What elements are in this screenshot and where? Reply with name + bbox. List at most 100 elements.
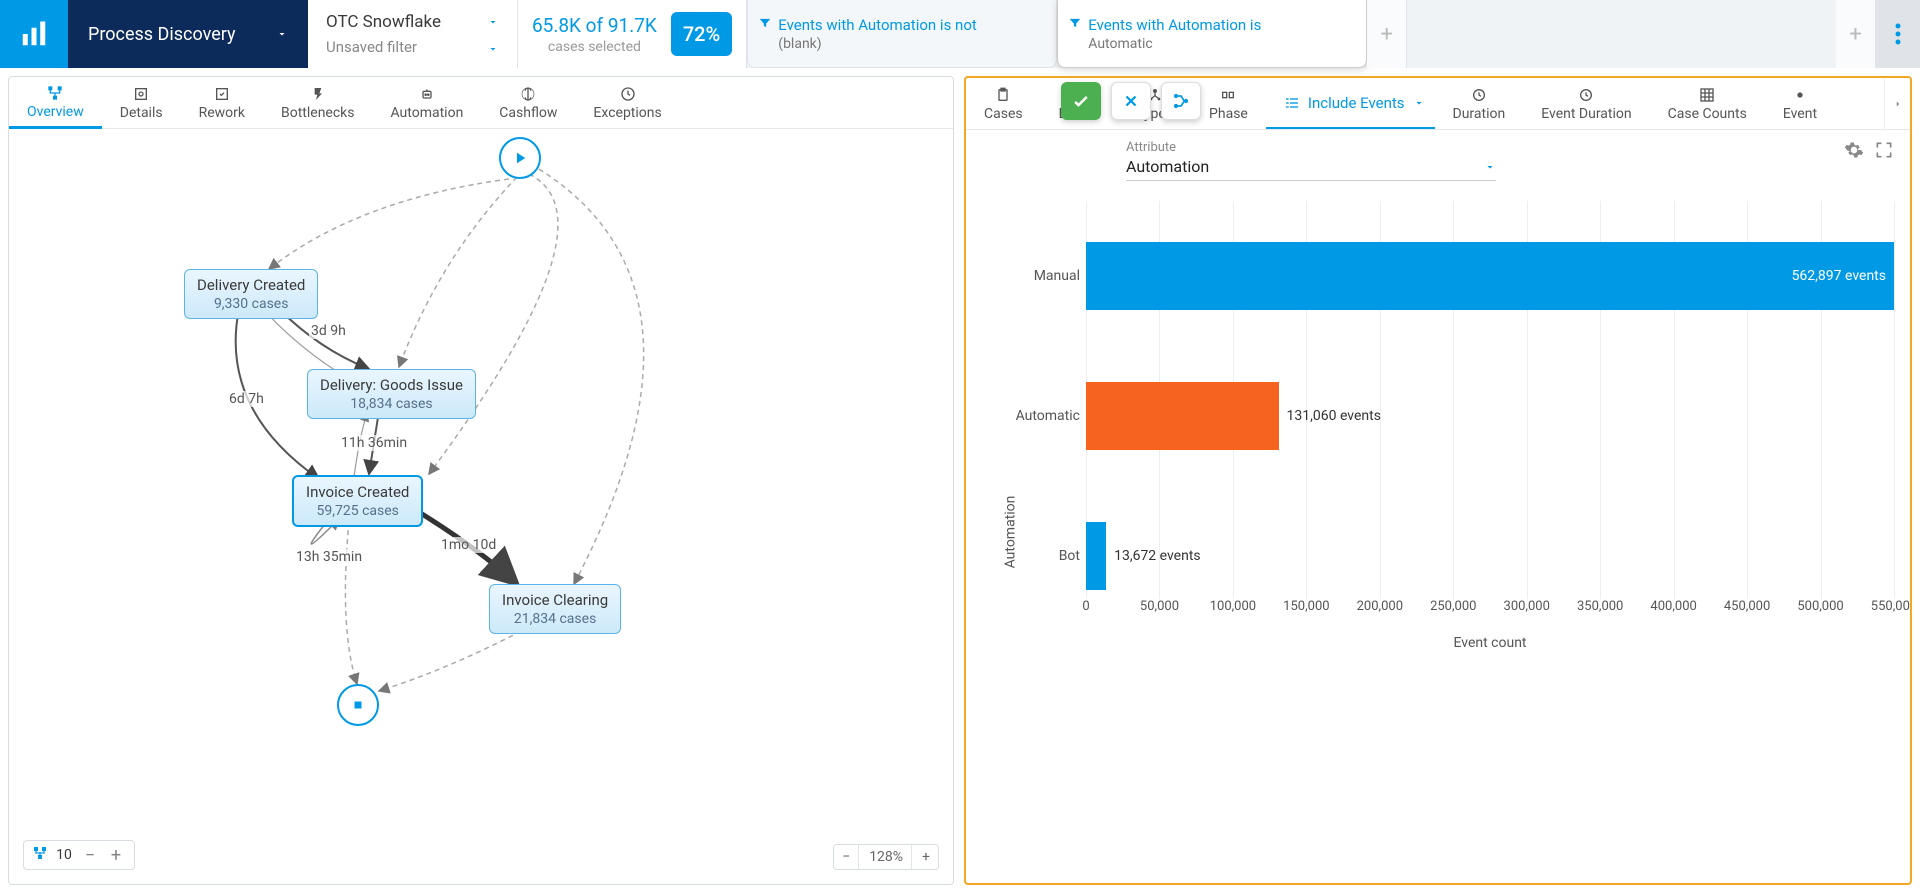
bar-chart-icon bbox=[19, 19, 49, 49]
category-label: Bot bbox=[1006, 548, 1080, 564]
cases-selected-block: 65.8K of 91.7K cases selected 72% bbox=[518, 0, 747, 68]
node-title: Invoice Created bbox=[306, 483, 409, 501]
apply-button[interactable] bbox=[1061, 82, 1101, 120]
app-logo[interactable] bbox=[0, 0, 68, 68]
tab-bottlenecks[interactable]: Bottlenecks bbox=[263, 77, 373, 128]
level-plus-button[interactable]: + bbox=[106, 845, 126, 865]
tab-icon bbox=[1699, 86, 1715, 104]
attribute-selector[interactable]: Attribute Automation bbox=[1126, 140, 1496, 181]
x-tick: 400,000 bbox=[1650, 599, 1696, 614]
branch-button[interactable] bbox=[1161, 82, 1201, 120]
level-value: 10 bbox=[54, 847, 74, 863]
x-tick: 500,000 bbox=[1797, 599, 1843, 614]
tab-label: Rework bbox=[199, 105, 245, 121]
level-minus-button[interactable]: − bbox=[80, 845, 100, 865]
chevron-down-icon bbox=[487, 16, 499, 28]
bar-row: Manual 562,897 events bbox=[1086, 241, 1894, 311]
x-tick: 300,000 bbox=[1504, 599, 1550, 614]
bar-value-label: 131,060 events bbox=[1287, 408, 1381, 424]
gear-icon bbox=[1844, 140, 1864, 160]
tabs-scroll-right-button[interactable] bbox=[1884, 78, 1910, 129]
nav-title-dropdown[interactable]: Process Discovery bbox=[68, 0, 308, 68]
edge-label: 11h 36min bbox=[339, 435, 409, 451]
tab-icon bbox=[1792, 86, 1808, 104]
fullscreen-icon bbox=[1874, 140, 1894, 160]
tab-icon bbox=[1578, 86, 1594, 104]
cases-count: 65.8K of 91.7K bbox=[532, 14, 657, 37]
chip-title: Events with Automation is bbox=[1088, 16, 1261, 34]
process-node[interactable]: Invoice Clearing 21,834 cases bbox=[489, 584, 621, 634]
cases-label: cases selected bbox=[532, 39, 657, 55]
settings-button[interactable] bbox=[1844, 140, 1864, 164]
tab-cases[interactable]: Cases bbox=[966, 78, 1041, 129]
tab-event[interactable]: Event bbox=[1765, 78, 1835, 129]
hierarchy-icon bbox=[32, 845, 48, 865]
tab-label: Phase bbox=[1209, 106, 1248, 122]
tab-label: Automation bbox=[391, 105, 464, 121]
rework-icon bbox=[213, 85, 231, 103]
x-tick: 350,000 bbox=[1577, 599, 1623, 614]
add-filter-chip-button[interactable]: + bbox=[1367, 0, 1407, 68]
bar-row: Automatic 131,060 events bbox=[1086, 381, 1381, 451]
tab-details[interactable]: Details bbox=[102, 77, 181, 128]
x-tick: 100,000 bbox=[1210, 599, 1256, 614]
bar[interactable] bbox=[1086, 382, 1279, 450]
data-source-name: OTC Snowflake bbox=[326, 12, 441, 32]
tab-rework[interactable]: Rework bbox=[181, 77, 263, 128]
tab-event-duration[interactable]: Event Duration bbox=[1523, 78, 1649, 129]
bar[interactable] bbox=[1086, 522, 1106, 590]
tab-icon bbox=[1220, 86, 1236, 104]
more-menu-button[interactable] bbox=[1876, 0, 1920, 68]
start-node[interactable] bbox=[499, 137, 541, 179]
x-tick: 250,000 bbox=[1430, 599, 1476, 614]
process-diagram-panel: OverviewDetails Rework Bottlenecks Automati… bbox=[8, 76, 954, 885]
chevron-down-icon bbox=[1484, 161, 1496, 173]
cancel-button[interactable] bbox=[1111, 82, 1151, 120]
play-icon bbox=[511, 149, 529, 167]
x-axis-label: Event count bbox=[1086, 635, 1894, 651]
chevron-right-icon bbox=[1893, 97, 1903, 111]
zoom-out-button[interactable]: − bbox=[834, 845, 859, 869]
fullscreen-button[interactable] bbox=[1874, 140, 1894, 164]
x-tick: 550,000 bbox=[1871, 599, 1912, 614]
process-node[interactable]: Delivery Created 9,330 cases bbox=[184, 269, 318, 319]
tab-label: Include Events bbox=[1308, 94, 1405, 112]
exceptions-icon bbox=[619, 85, 637, 103]
filter-status-label: Unsaved filter bbox=[326, 38, 417, 56]
check-icon bbox=[1071, 91, 1091, 111]
chevron-down-icon bbox=[487, 41, 499, 53]
tab-label: Event Duration bbox=[1541, 106, 1631, 122]
zoom-in-button[interactable]: + bbox=[914, 845, 938, 869]
tab-cashflow[interactable]: Cashflow bbox=[481, 77, 575, 128]
tab-exceptions[interactable]: Exceptions bbox=[575, 77, 679, 128]
node-title: Delivery: Goods Issue bbox=[320, 376, 463, 394]
x-tick: 50,000 bbox=[1140, 599, 1179, 614]
end-node[interactable] bbox=[337, 684, 379, 726]
data-source-selector[interactable]: OTC Snowflake Unsaved filter bbox=[308, 0, 518, 68]
node-title: Delivery Created bbox=[197, 276, 305, 294]
cases-percent-badge: 72% bbox=[671, 12, 732, 56]
add-panel-button[interactable]: + bbox=[1836, 0, 1876, 68]
tab-automation[interactable]: Automation bbox=[373, 77, 482, 128]
diagram-edges bbox=[9, 129, 953, 884]
edge-label: 6d 7h bbox=[227, 391, 266, 407]
tab-case-counts[interactable]: Case Counts bbox=[1650, 78, 1765, 129]
tab-include-events[interactable]: Include Events bbox=[1266, 78, 1435, 130]
process-node[interactable]: Invoice Created 59,725 cases bbox=[292, 475, 423, 527]
filter-chip[interactable]: Events with Automation isAutomatic bbox=[1057, 0, 1367, 68]
bar[interactable]: 562,897 events bbox=[1086, 242, 1894, 310]
node-count: 59,725 cases bbox=[306, 503, 409, 519]
process-node[interactable]: Delivery: Goods Issue 18,834 cases bbox=[307, 369, 476, 419]
chip-title: Events with Automation is not bbox=[778, 16, 977, 34]
process-diagram-canvas[interactable]: Delivery Created 9,330 cases Delivery: G… bbox=[9, 129, 953, 884]
tab-label: Exceptions bbox=[593, 105, 661, 121]
filter-chip[interactable]: Events with Automation is not(blank) bbox=[747, 0, 1057, 68]
cashflow-icon bbox=[519, 85, 537, 103]
kebab-menu-icon bbox=[1895, 23, 1901, 45]
tab-duration[interactable]: Duration bbox=[1435, 78, 1524, 129]
nav-title-label: Process Discovery bbox=[88, 24, 236, 45]
bar-chart: Automation Manual 562,897 events Automat… bbox=[966, 181, 1910, 883]
chevron-down-icon bbox=[1413, 97, 1425, 109]
tab-phase[interactable]: Phase bbox=[1191, 78, 1266, 129]
tab-overview[interactable]: Overview bbox=[9, 77, 102, 129]
